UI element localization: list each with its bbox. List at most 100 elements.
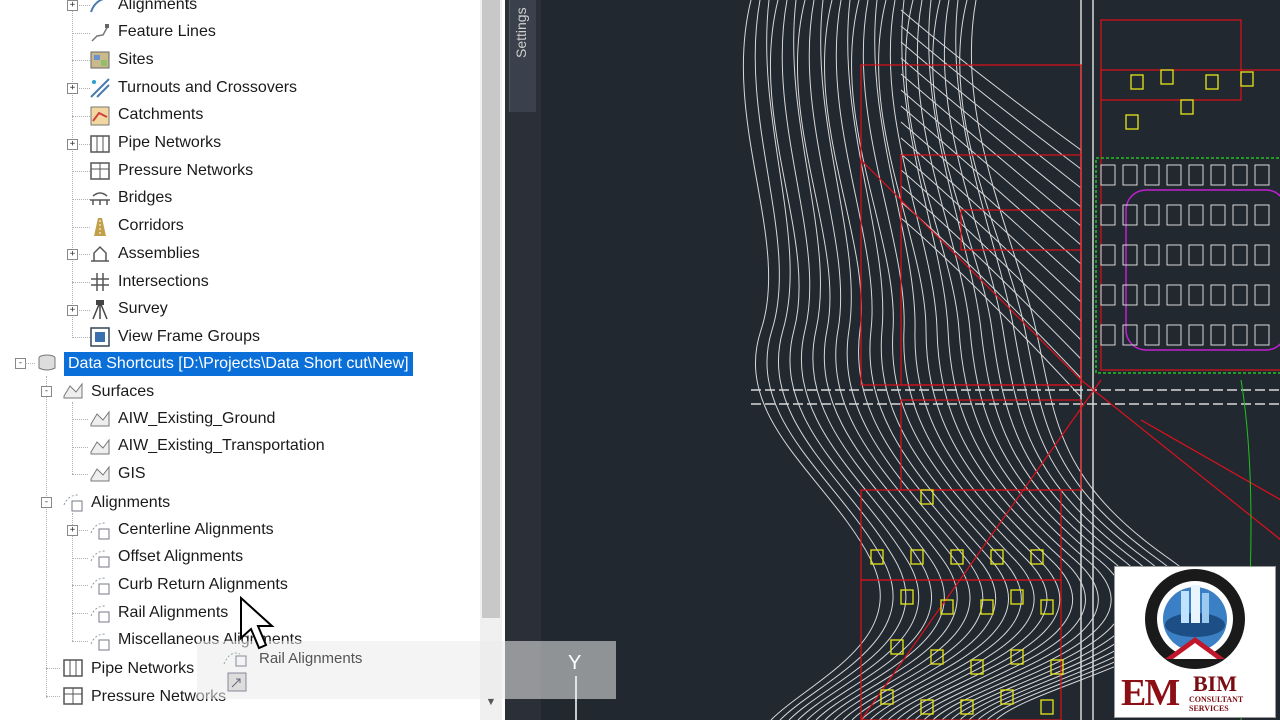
tree-item-surface[interactable]: AIW_Existing_Transportation (109, 433, 328, 460)
logo-brand-letters: EM (1121, 672, 1180, 714)
expand-icon[interactable]: + (67, 525, 78, 536)
tree-item-bridges[interactable]: Bridges (109, 185, 175, 212)
tree-item-pipe-networks[interactable]: Pipe Networks (109, 130, 224, 157)
tree-item-label: Alignments (118, 0, 198, 13)
tree-item-label: Pipe Networks (91, 659, 195, 677)
tree-item-view-frame-groups[interactable]: View Frame Groups (109, 323, 263, 350)
alignment-ref-icon (89, 602, 111, 624)
tree-item-intersections[interactable]: Intersections (109, 268, 212, 295)
surface-icon (89, 463, 111, 485)
expand-icon[interactable]: + (67, 249, 78, 261)
tree-item-data-shortcuts[interactable]: Data Shortcuts [D:\Projects\Data Short c… (58, 350, 413, 377)
tree-item-assemblies[interactable]: Assemblies (109, 240, 203, 267)
tree-item-label: Data Shortcuts [D:\Projects\Data Short c… (64, 351, 413, 376)
building-outline (1144, 244, 1160, 266)
tree-item-label: Pressure Networks (118, 161, 254, 179)
feature-lines-icon (89, 22, 111, 44)
tree-item-alignments-shortcut[interactable]: Alignments (82, 489, 173, 516)
building-footprint (1040, 699, 1054, 715)
expand-icon[interactable]: + (67, 304, 78, 316)
mouse-cursor-icon (240, 596, 275, 650)
tree-item-offset-alignments[interactable]: Offset Alignments (109, 544, 246, 571)
building-outline (1232, 324, 1248, 346)
tree-item-surfaces[interactable]: Surfaces (82, 378, 157, 405)
contour-line (824, 0, 997, 720)
expand-icon[interactable]: + (67, 83, 78, 95)
tree-item-label: Pipe Networks (118, 134, 222, 151)
tree-item-label: Turnouts and Crossovers (118, 78, 298, 96)
building-outline (1232, 284, 1248, 306)
alignment-ref-icon (89, 630, 111, 652)
tree-item-centerline-alignments[interactable]: Centerline Alignments (109, 516, 277, 543)
building-outline (1144, 324, 1160, 346)
parcel-boundary (860, 489, 1062, 581)
logo-emblem-icon (1145, 569, 1245, 669)
building-outline (1254, 284, 1270, 306)
scrollbar-thumb[interactable] (482, 0, 500, 618)
building-outline (1188, 284, 1204, 306)
building-outline (1188, 164, 1204, 186)
bridges-icon (89, 188, 111, 210)
contour-line (770, 0, 920, 720)
tree-item-label: GIS (118, 464, 146, 482)
building-footprint (1180, 99, 1194, 115)
contour-line (900, 41, 1082, 189)
pressure-networks-icon (89, 160, 111, 182)
tree-item-pressure-networks[interactable]: Pressure Networks (109, 157, 256, 184)
building-outline (1188, 244, 1204, 266)
building-outline (1166, 204, 1182, 226)
contour-line (889, 0, 1086, 720)
expand-icon[interactable]: + (67, 0, 78, 11)
toolspace-scrollbar[interactable]: ▼ (480, 0, 502, 720)
tree-item-label: Catchments (118, 106, 204, 124)
tree-item-label: Corridors (118, 217, 184, 235)
building-outline (1188, 204, 1204, 226)
building-outline (1254, 244, 1270, 266)
turnouts-icon (89, 77, 111, 99)
tree-item-curb-return-alignments[interactable]: Curb Return Alignments (109, 571, 291, 598)
collapse-icon[interactable]: - (41, 497, 52, 508)
tree-item-alignments[interactable]: Alignments (109, 0, 200, 18)
building-outline (1232, 244, 1248, 266)
tree-item-survey[interactable]: Survey (109, 296, 171, 323)
building-outline (1122, 204, 1138, 226)
logo-tagline: CONSULTANT SERVICES (1189, 695, 1244, 713)
corridors-icon (89, 216, 111, 238)
building-outline (1122, 284, 1138, 306)
building-outline (1144, 164, 1160, 186)
tree-item-rail-alignments[interactable]: Rail Alignments (109, 599, 231, 626)
building-footprint (900, 589, 914, 605)
contour-line (820, 0, 984, 720)
tree-item-surface[interactable]: GIS (109, 460, 149, 487)
contour-line (900, 185, 1082, 360)
collapse-icon[interactable]: - (41, 386, 52, 397)
expand-icon[interactable]: + (67, 138, 78, 150)
building-outline (1254, 324, 1270, 346)
tree-item-feature-lines[interactable]: Feature Lines (109, 19, 219, 46)
building-outline (1166, 164, 1182, 186)
building-outline (1210, 244, 1226, 266)
tree-item-pipe-networks-shortcut[interactable]: Pipe Networks (82, 655, 197, 682)
tree-item-catchments[interactable]: Catchments (109, 102, 206, 129)
tree-item-label: Curb Return Alignments (118, 575, 288, 593)
tree-item-label: Feature Lines (118, 23, 216, 41)
building-outline (1232, 164, 1248, 186)
tree-item-label: Survey (118, 300, 168, 318)
tree-item-surface[interactable]: AIW_Existing_Ground (109, 405, 278, 432)
tree-item-label: Assemblies (118, 244, 200, 262)
building-outline (1232, 204, 1248, 226)
building-outline (1100, 164, 1116, 186)
surface-icon (89, 436, 111, 458)
tree-item-sites[interactable]: Sites (109, 46, 157, 73)
tree-item-label: Sites (118, 50, 154, 68)
alignment-ref-icon (62, 491, 84, 513)
tree-item-turnouts-and-crossovers[interactable]: Turnouts and Crossovers (109, 74, 300, 101)
shortcut-icon (227, 672, 247, 692)
view-frame-groups-icon (89, 326, 111, 348)
tree-item-corridors[interactable]: Corridors (109, 213, 187, 240)
survey-icon (89, 299, 111, 321)
contour-line (808, 0, 971, 720)
tree-item-label: Rail Alignments (118, 603, 229, 621)
building-outline (1144, 204, 1160, 226)
assemblies-icon (89, 243, 111, 265)
